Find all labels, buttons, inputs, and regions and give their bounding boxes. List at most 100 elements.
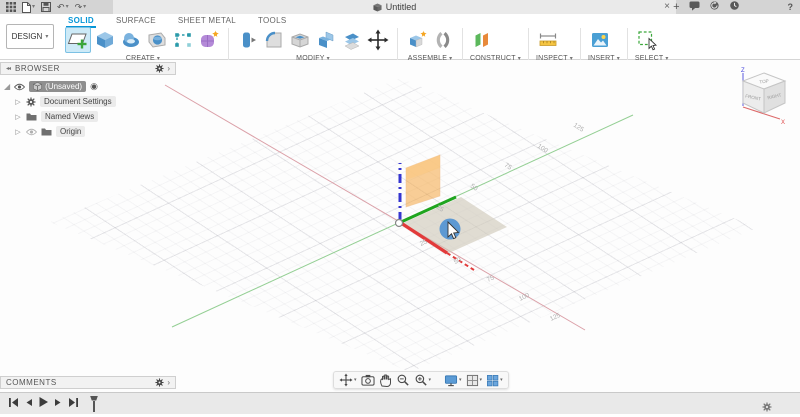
document-cube-icon [373, 3, 382, 12]
app-grid-icon[interactable] [6, 2, 16, 12]
document-tab[interactable]: Untitled × [113, 0, 676, 14]
create-form-button[interactable] [197, 28, 221, 52]
joint-button[interactable] [431, 28, 455, 52]
toolbar-group-inspect: INSPECT▾ [529, 27, 580, 62]
fillet-button[interactable] [262, 28, 286, 52]
zoom-button[interactable] [396, 373, 410, 387]
viewports-button[interactable]: ▾ [486, 374, 503, 387]
fit-button[interactable]: ▾ [414, 373, 432, 387]
redo-button[interactable]: ↷▾ [75, 3, 87, 12]
select-button[interactable] [635, 28, 659, 52]
expand-triangle-icon[interactable]: ▷ [14, 128, 22, 136]
construct-plane-button[interactable] [470, 28, 494, 52]
timeline-play-button[interactable] [38, 395, 49, 413]
tree-item-label: Named Views [41, 111, 98, 122]
offset-face-button[interactable] [340, 28, 364, 52]
shell-button[interactable] [288, 28, 312, 52]
browser-header[interactable]: ◂◂ BROWSER › [0, 62, 176, 75]
x-tick-label: 75 [486, 274, 496, 284]
revolve-button[interactable] [119, 28, 143, 52]
display-settings-button[interactable]: ▾ [444, 374, 462, 387]
toolbar-group-insert: INSERT▾ [581, 27, 627, 62]
box-button[interactable] [93, 28, 117, 52]
chevron-right-icon[interactable]: › [167, 378, 170, 387]
expand-triangle-icon[interactable]: ▷ [14, 98, 22, 106]
timeline-step-forward-button[interactable] [54, 395, 63, 413]
gear-icon [26, 97, 36, 107]
view-cube[interactable]: Z X TOP FRONT RIGHT [734, 66, 792, 126]
toolbar-group-assemble: ASSEMBLE▾ [398, 27, 462, 62]
filter-icon[interactable]: ◢ [4, 82, 10, 91]
caret-down-icon: ▾ [66, 4, 69, 10]
component-cube-icon [33, 82, 42, 91]
timeline-bar [0, 392, 800, 414]
navigation-toolbar: ▾ ▾ ▾ ▾ ▾ [333, 371, 509, 389]
y-tick-label: 100 [536, 143, 549, 155]
file-menu-button[interactable]: ▾ [22, 2, 35, 13]
gear-icon[interactable] [155, 64, 164, 73]
document-title: Untitled [386, 2, 417, 12]
pan-orbit-button[interactable]: ▾ [339, 373, 357, 387]
new-tab-button[interactable]: + [673, 2, 679, 13]
tree-item-label: Document Settings [40, 96, 116, 107]
grid-snaps-button[interactable]: ▾ [466, 374, 483, 387]
browser-title: BROWSER [15, 64, 150, 73]
y-tick-label: 125 [572, 122, 585, 134]
pan-hand-button[interactable] [379, 373, 392, 387]
cylinder-button[interactable] [145, 28, 169, 52]
create-sketch-button[interactable] [65, 27, 91, 53]
timeline-marker[interactable] [90, 396, 98, 412]
combine-button[interactable] [314, 28, 338, 52]
look-at-button[interactable] [361, 374, 375, 387]
y-tick-label: 50 [469, 183, 479, 193]
press-pull-button[interactable] [236, 28, 260, 52]
timeline-skip-end-button[interactable] [68, 395, 79, 413]
close-tab-icon[interactable]: × [664, 0, 670, 14]
measure-button[interactable] [536, 28, 560, 52]
expand-triangle-icon[interactable]: ▷ [14, 113, 22, 121]
caret-down-icon: ▾ [480, 377, 483, 383]
save-button[interactable] [41, 2, 51, 12]
design-workspace-selector[interactable]: DESIGN ▾ [6, 24, 54, 49]
insert-canvas-button[interactable] [588, 28, 612, 52]
model-viewport[interactable]: 25 50 75 100 125 25 50 75 100 125 Z X TO… [0, 60, 800, 392]
toolbar-group-select: SELECT▾ [628, 27, 676, 62]
browser-row-origin[interactable]: ▷ Origin [4, 124, 176, 139]
viewcube-x-label: X [781, 120, 785, 126]
caret-down-icon: ▾ [83, 4, 86, 10]
browser-row-named-views[interactable]: ▷ Named Views [4, 109, 176, 124]
undo-button[interactable]: ↶▾ [57, 3, 69, 12]
timeline-settings-gear-icon[interactable] [762, 399, 772, 417]
help-button[interactable]: ? [788, 2, 794, 12]
timeline-step-back-button[interactable] [24, 395, 33, 413]
folder-icon [41, 127, 52, 136]
toolbar-group-construct: CONSTRUCT▾ [463, 27, 528, 62]
comments-title: COMMENTS [6, 378, 150, 387]
chevron-right-icon[interactable]: › [167, 64, 170, 73]
x-axis-line[interactable] [165, 85, 585, 330]
sketch-path-button[interactable] [171, 28, 195, 52]
tree-item-label: Origin [56, 126, 85, 137]
browser-row-document-settings[interactable]: ▷ Document Settings [4, 94, 176, 109]
visibility-eye-icon[interactable] [14, 83, 25, 91]
ribbon-toolbar: DESIGN ▾ SOLID SURFACE SHEET METAL TOOLS [0, 14, 800, 60]
caret-down-icon: ▾ [354, 377, 357, 383]
folder-icon [26, 112, 37, 121]
activate-component-icon[interactable]: ◉ [90, 81, 98, 92]
browser-root-row[interactable]: ◢ (Unsaved) ◉ [4, 79, 176, 94]
root-component-chip[interactable]: (Unsaved) [29, 81, 86, 92]
caret-down-icon: ▾ [45, 33, 48, 40]
origin-point[interactable] [396, 220, 403, 227]
toolbar-group-modify: MODIFY▾ [229, 27, 397, 62]
x-tick-label: 125 [549, 312, 562, 323]
timeline-skip-start-button[interactable] [8, 395, 19, 413]
toolbar-group-create: CREATE▾ [58, 27, 228, 62]
gear-icon[interactable] [155, 378, 164, 387]
caret-down-icon: ▾ [429, 377, 432, 383]
comments-header[interactable]: COMMENTS › [0, 376, 176, 389]
move-button[interactable] [366, 28, 390, 52]
collapse-panel-icon[interactable]: ◂◂ [6, 65, 10, 72]
browser-panel: ◂◂ BROWSER › ◢ (Unsaved) ◉ ▷ Docum [0, 62, 176, 139]
visibility-eye-icon[interactable] [26, 128, 37, 136]
new-component-button[interactable] [405, 28, 429, 52]
